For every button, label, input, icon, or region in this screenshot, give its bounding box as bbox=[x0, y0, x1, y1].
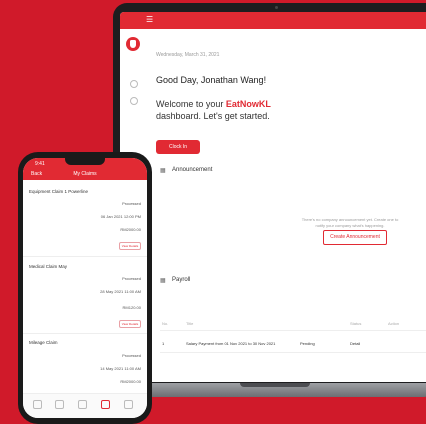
announcement-empty-text: There's no company announcement yet. Cre… bbox=[301, 217, 399, 228]
claim-date: 06 Jan 2021 12:00 PM bbox=[100, 214, 141, 219]
claim-date: 28 May 2021 11:00 AM bbox=[100, 289, 141, 294]
payroll-icon: ▦ bbox=[160, 278, 166, 284]
app-logo-icon[interactable] bbox=[126, 37, 140, 51]
claim-status: Processed bbox=[122, 201, 141, 206]
top-bar: ☰ bbox=[120, 12, 426, 29]
row-title: Salary Payment from 01 Nov 2021 to 30 No… bbox=[186, 341, 276, 346]
table-divider bbox=[160, 352, 426, 353]
announcement-title: Announcement bbox=[172, 167, 213, 173]
tab-claims-icon[interactable] bbox=[101, 400, 110, 409]
view-details-button[interactable]: View Details bbox=[119, 242, 141, 250]
brand-name: EatNowKL bbox=[225, 99, 271, 109]
claim-status: Processed bbox=[122, 353, 141, 358]
phone-screen: 9:41 Back My Claims Equipment Claim 1 Po… bbox=[23, 158, 147, 418]
row-status: Pending bbox=[300, 341, 315, 346]
row-action[interactable]: Detail bbox=[350, 341, 360, 346]
create-announcement-button[interactable]: Create Announcement bbox=[323, 230, 387, 245]
claim-divider bbox=[23, 256, 147, 257]
claim-name: Medical Claim May bbox=[29, 264, 68, 269]
greeting: Good Day, Jonathan Wang! bbox=[156, 75, 267, 85]
menu-icon[interactable]: ☰ bbox=[146, 16, 154, 24]
tab-chart-icon[interactable] bbox=[78, 400, 87, 409]
laptop-camera bbox=[275, 6, 278, 9]
welcome-prefix: Welcome to your bbox=[156, 99, 226, 109]
col-no: No. bbox=[162, 321, 169, 326]
welcome-text: Welcome to your EatNowKL dashboard. Let'… bbox=[156, 98, 306, 122]
view-details-button[interactable]: View Details bbox=[119, 320, 141, 328]
welcome-suffix: dashboard. Let's get started. bbox=[156, 111, 270, 121]
phone-time: 9:41 bbox=[35, 161, 45, 167]
clock-in-button[interactable]: Clock In bbox=[156, 140, 200, 154]
laptop-screen: ☰ Wednesday, March 31, 2021 Good Day, Jo… bbox=[120, 12, 426, 382]
phone-title: My Claims bbox=[73, 171, 97, 177]
claim-amount: RM2000.00 bbox=[120, 227, 141, 232]
tab-calendar-icon[interactable] bbox=[55, 400, 64, 409]
claim-amount: RM2000.00 bbox=[120, 379, 141, 384]
claim-divider bbox=[23, 333, 147, 334]
col-title: Title bbox=[186, 321, 194, 326]
tab-home-icon[interactable] bbox=[33, 400, 42, 409]
laptop-notch bbox=[240, 383, 310, 387]
current-date: Wednesday, March 31, 2021 bbox=[156, 52, 220, 58]
claim-date: 14 May 2021 11:00 AM bbox=[100, 366, 141, 371]
phone-notch bbox=[65, 158, 105, 165]
tab-profile-icon[interactable] bbox=[124, 400, 133, 409]
claim-name: Equipment Claim 1 Powerline bbox=[29, 189, 89, 194]
table-divider bbox=[160, 330, 426, 331]
col-action: Action bbox=[388, 321, 400, 326]
phone-header: 9:41 Back My Claims bbox=[23, 158, 147, 180]
announcement-icon: ▦ bbox=[160, 168, 166, 174]
claim-amount: RM120.00 bbox=[122, 305, 141, 310]
sidebar-user-icon[interactable] bbox=[130, 97, 138, 105]
claim-status: Processed bbox=[122, 276, 141, 281]
col-status: Status bbox=[350, 321, 362, 326]
row-no: 1 bbox=[162, 341, 165, 346]
sidebar-home-icon[interactable] bbox=[130, 80, 138, 88]
payroll-title: Payroll bbox=[172, 277, 191, 283]
phone-tab-bar bbox=[23, 393, 147, 418]
claim-name: Mileage Claim bbox=[29, 340, 58, 345]
